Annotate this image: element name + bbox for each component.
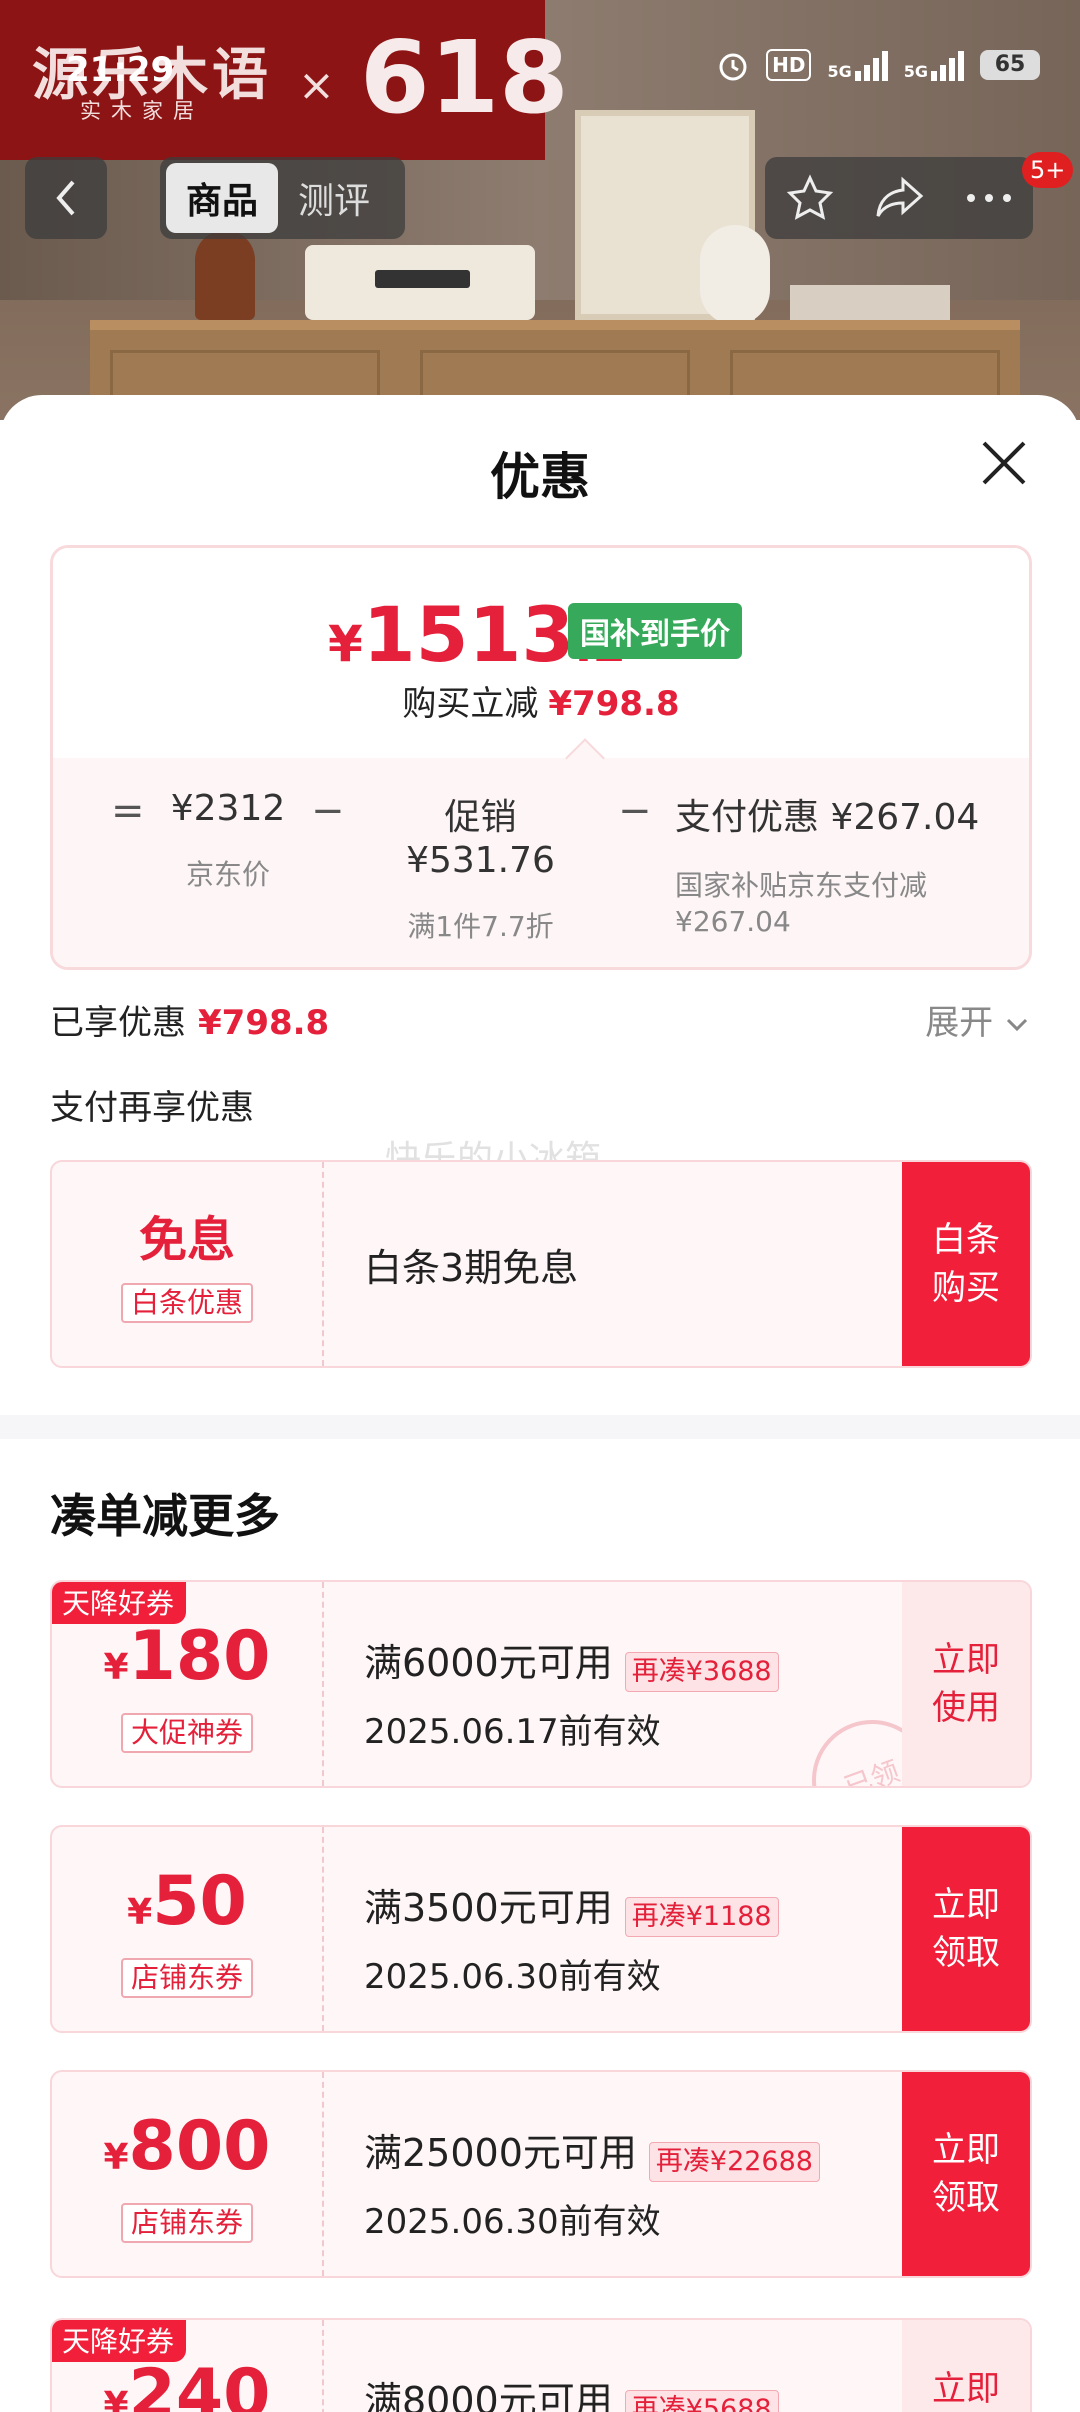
coupon-condition: 满8000元可用 [364, 2379, 613, 2412]
section-divider [0, 1415, 1080, 1439]
back-button[interactable] [25, 157, 107, 239]
coupon-type: 白条优惠 [120, 1283, 253, 1323]
chevron-down-icon [1006, 1018, 1028, 1032]
subsidy-price-tag: 国补到手价 [568, 603, 742, 659]
tab-product[interactable]: 商品 [166, 163, 278, 233]
action-bar [765, 157, 1033, 239]
sheet-title: 优惠 [490, 448, 590, 506]
coupon-type: 店铺东券 [120, 1958, 253, 1998]
equals-sign: = [111, 788, 145, 834]
coupon-card: 天降好券 ¥180 大促神券 满6000元可用 再凑¥3688 2025.06.17前… [50, 1580, 1032, 1788]
brand-subtitle: 实木家居 [80, 99, 204, 123]
coupon-card: 天降好券 ¥240 满8000元可用 再凑¥5688 立即 [50, 2318, 1032, 2412]
pay-discount: 支付优惠 ¥267.04 国家补贴京东支付减 ¥267.04 [675, 797, 980, 938]
coupon-amount: 240 [128, 2355, 271, 2412]
coupon-type: 店铺东券 [120, 2203, 253, 2243]
sky-coupon-tag: 天降好券 [52, 2320, 187, 2362]
expand-button[interactable]: 展开 [925, 995, 1030, 1044]
pay-more-title: 支付再享优惠 [50, 1088, 254, 1128]
enjoyed-discount: 已享优惠 ¥798.8 [50, 1003, 330, 1043]
discount-sheet: 优惠 ¥1513.2 国补到手价 购买立减¥798.8 = ¥2312京东价 −… [0, 395, 1080, 2412]
claim-now-button[interactable]: 立即领取 [902, 2072, 1030, 2276]
coupon-amount: 800 [128, 2107, 271, 2186]
coupon-expiry: 2025.06.30前有效 [364, 2201, 661, 2242]
add-more-tag: 再凑¥3688 [624, 1651, 779, 1692]
minus-sign: − [311, 788, 345, 834]
add-more-tag: 再凑¥22688 [648, 2141, 820, 2182]
coupon-type: 大促神券 [120, 1713, 253, 1753]
status-time: 21:29 [66, 50, 175, 90]
coupon-amount: 180 [128, 1617, 271, 1696]
more-icon[interactable] [964, 191, 1014, 205]
minus-sign: − [618, 788, 652, 834]
claim-now-button[interactable]: 立即领取 [902, 1827, 1030, 2031]
purchase-reduction: 购买立减 ¥798.8 [402, 684, 680, 724]
battery-icon: 65 [980, 50, 1040, 80]
coupon-card: ¥800 店铺东券 满25000元可用 再凑¥22688 2025.06.30前有效 … [50, 2070, 1032, 2278]
add-more-tag: 再凑¥5688 [624, 2389, 779, 2412]
jd-price: ¥2312 京东价 [170, 788, 286, 891]
coupon-condition: 满25000元可用 [364, 2131, 637, 2175]
alarm-icon [719, 53, 747, 81]
baitiao-title: 免息 [138, 1212, 235, 1268]
share-icon[interactable] [873, 174, 927, 222]
product-tabs: 商品 测评 [160, 157, 405, 239]
use-now-button[interactable]: 立即使用 [902, 1582, 1030, 1786]
coupon-condition: 满3500元可用 [364, 1886, 613, 1930]
coupon-expiry: 2025.06.17前有效 [364, 1711, 661, 1752]
signal-icon-1: 5G [827, 49, 888, 81]
status-bar: 21:29 HD 5G 5G 65 [0, 0, 1080, 90]
coupon-expiry: 2025.06.30前有效 [364, 1956, 661, 1997]
baitiao-desc: 白条3期免息 [364, 1246, 579, 1290]
use-now-button[interactable]: 立即 [902, 2320, 1030, 2412]
coupon-card: ¥50 店铺东券 满3500元可用 再凑¥1188 2025.06.30前有效 立即领… [50, 1825, 1032, 2033]
coupon-condition: 满6000元可用 [364, 1641, 613, 1685]
baitiao-buy-button[interactable]: 白条购买 [902, 1162, 1030, 1366]
tab-review[interactable]: 测评 [278, 163, 390, 233]
add-more-tag: 再凑¥1188 [624, 1896, 779, 1937]
section-title: 凑单减更多 [50, 1489, 280, 1543]
baitiao-card: 免息白条优惠 白条3期免息 白条购买 [50, 1160, 1032, 1368]
promo-discount: 促销 ¥531.76 满1件7.7折 [406, 797, 555, 943]
chevron-left-icon [56, 180, 75, 216]
sky-coupon-tag: 天降好券 [52, 1582, 187, 1624]
message-badge: 5+ [1022, 152, 1074, 188]
signal-icon-2: 5G [904, 49, 964, 81]
hd-icon: HD [766, 49, 812, 81]
price-breakdown: = ¥2312 京东价 − 促销 ¥531.76 满1件7.7折 − 支付优惠 ¥2… [53, 758, 1029, 967]
coupon-amount: 50 [152, 1862, 247, 1941]
price-summary: ¥1513.2 国补到手价 购买立减¥798.8 = ¥2312京东价 − 促销… [50, 545, 1032, 970]
star-icon[interactable] [784, 172, 836, 224]
close-icon[interactable] [978, 437, 1030, 489]
